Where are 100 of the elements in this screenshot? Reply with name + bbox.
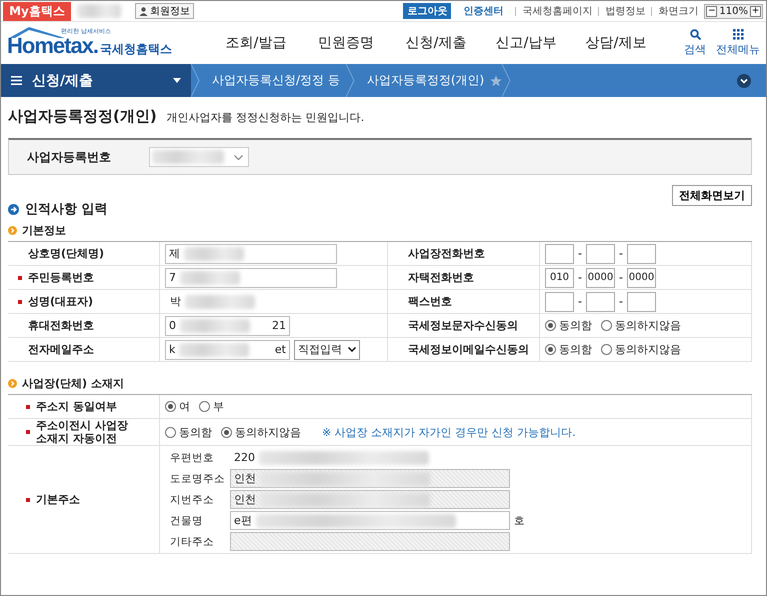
grid-icon — [732, 28, 744, 40]
radio-option[interactable]: 동의함 — [545, 342, 592, 357]
radio-label: 동의하지않음 — [615, 342, 681, 357]
address-label: 건물명 — [170, 514, 204, 528]
person-icon — [139, 6, 148, 16]
email-field[interactable]: k et — [165, 340, 290, 360]
field-label: 성명(대표자) — [28, 294, 94, 309]
text-field[interactable]: 제 — [165, 244, 337, 264]
bullet-icon — [8, 226, 17, 235]
notice-text: ※ 사업장 소재지가 자가인 경우만 신청 가능합니다. — [322, 424, 576, 440]
radio-label: 동의하지않음 — [235, 424, 301, 440]
radio-button[interactable] — [165, 426, 176, 438]
radio-option[interactable]: 여 — [165, 399, 190, 414]
dash-separator: - — [578, 295, 582, 308]
logout-button[interactable]: 로그아웃 — [403, 3, 452, 19]
field-label: 팩스번호 — [408, 294, 452, 309]
search-button[interactable]: 검색 — [684, 28, 706, 56]
radio-option[interactable]: 동의하지않음 — [601, 342, 681, 357]
text-field[interactable]: 7 — [165, 268, 337, 288]
address-field[interactable]: e편 — [230, 511, 510, 530]
breadcrumb-link[interactable]: 사업자등록정정(개인) — [354, 72, 490, 89]
phone-field[interactable]: 0000 — [586, 268, 615, 288]
dash-separator: - — [618, 295, 623, 308]
radio-button[interactable] — [221, 426, 232, 438]
phone-field[interactable]: 010 — [545, 268, 574, 288]
radio-button[interactable] — [545, 320, 556, 331]
dash-separator: - — [578, 247, 582, 260]
member-info-button[interactable]: 회원정보 — [135, 3, 194, 19]
field-label: 국세정보문자수신동의 — [408, 318, 518, 333]
address-label: 우편번호 — [170, 450, 215, 465]
radio-option[interactable]: 동의함 — [165, 424, 212, 440]
top-link[interactable]: 법령정보 — [605, 4, 646, 18]
field-label: 주소이전시 사업장 소재지 자동이전 — [36, 419, 129, 446]
dash-separator: - — [618, 247, 623, 260]
page-title: 사업자등록정정(개인) — [8, 107, 157, 126]
radio-label: 부 — [213, 399, 224, 414]
chevron-separator-icon — [346, 64, 355, 97]
zoom-value: 110% — [719, 6, 748, 16]
field-label: 휴대전화번호 — [28, 318, 94, 333]
address-label: 지번주소 — [170, 492, 215, 507]
subsection-title: 기본정보 — [22, 223, 66, 238]
zoom-out-button[interactable]: − — [706, 6, 718, 16]
field-label: 주소지 동일여부 — [36, 400, 117, 414]
my-hometax-button[interactable]: My홈택스 — [3, 2, 71, 20]
radio-option[interactable]: 동의하지않음 — [221, 424, 301, 440]
email-domain-select[interactable]: 직접입력 — [294, 340, 360, 360]
phone-field[interactable]: 0000 — [626, 268, 656, 288]
field-label: 사업자등록번호 — [27, 148, 112, 166]
breadcrumb-link[interactable]: 사업자등록신청/정정 등 — [200, 72, 346, 89]
chevron-down-icon — [348, 347, 356, 352]
star-icon — [490, 74, 502, 86]
blurred-area — [184, 246, 244, 260]
chevron-separator-icon — [502, 64, 512, 97]
menu-icon — [11, 76, 22, 85]
radio-label: 동의함 — [559, 342, 592, 357]
radio-button[interactable] — [601, 320, 612, 331]
field-label: 사업장전화번호 — [408, 246, 485, 261]
field-label: 상호명(단체명) — [28, 246, 104, 261]
menu-item[interactable]: 상담/제보 — [571, 34, 661, 52]
menu-item[interactable]: 조회/발급 — [211, 34, 301, 52]
blurred-area — [179, 342, 250, 356]
radio-button[interactable] — [165, 401, 176, 412]
full-screen-button[interactable]: 전체화면보기 — [672, 185, 752, 206]
all-menu-button[interactable]: 전체메뉴 — [716, 28, 760, 56]
bullet-icon — [8, 379, 17, 388]
phone-field[interactable] — [626, 244, 656, 264]
zoom-in-button[interactable]: + — [750, 6, 761, 16]
menu-item[interactable]: 민원증명 — [301, 34, 391, 52]
dash-separator: - — [578, 271, 582, 284]
current-menu-dropdown[interactable]: 신청/제출 — [1, 64, 191, 97]
phone-field[interactable] — [586, 292, 615, 312]
radio-button[interactable] — [199, 401, 210, 412]
menu-item[interactable]: 신청/제출 — [391, 34, 481, 52]
radio-option[interactable]: 동의함 — [545, 318, 592, 333]
radio-label: 동의함 — [179, 424, 212, 440]
blurred-area — [185, 294, 255, 308]
radio-button[interactable] — [545, 344, 556, 355]
field-label: 주민등록번호 — [28, 270, 94, 285]
address-label: 도로명주소 — [170, 472, 226, 486]
field-value: 박 — [169, 294, 181, 309]
radio-option[interactable]: 동의하지않음 — [601, 318, 681, 333]
expand-icon — [737, 74, 751, 88]
dash-separator: - — [618, 271, 623, 284]
cert-center-link[interactable]: 인증센터 — [463, 4, 504, 18]
phone-field[interactable] — [586, 244, 615, 264]
arrow-circle-icon — [8, 204, 19, 214]
phone-field[interactable] — [545, 244, 574, 264]
radio-label: 동의하지않음 — [615, 318, 681, 333]
menu-item[interactable]: 신고/납부 — [481, 34, 571, 52]
caret-icon — [173, 78, 181, 83]
field-label: 자택전화번호 — [408, 270, 474, 285]
phone-field[interactable] — [545, 292, 574, 312]
zoom-label: 화면크기 — [658, 5, 698, 18]
blurred-area — [77, 4, 121, 18]
phone-field[interactable] — [626, 292, 656, 312]
radio-option[interactable]: 부 — [199, 399, 224, 414]
top-link[interactable]: 국세청홈페이지 — [522, 4, 592, 18]
field-label: 국세정보이메일수신동의 — [408, 342, 529, 357]
radio-button[interactable] — [601, 344, 612, 355]
text-field[interactable]: 0 21 — [165, 316, 290, 336]
